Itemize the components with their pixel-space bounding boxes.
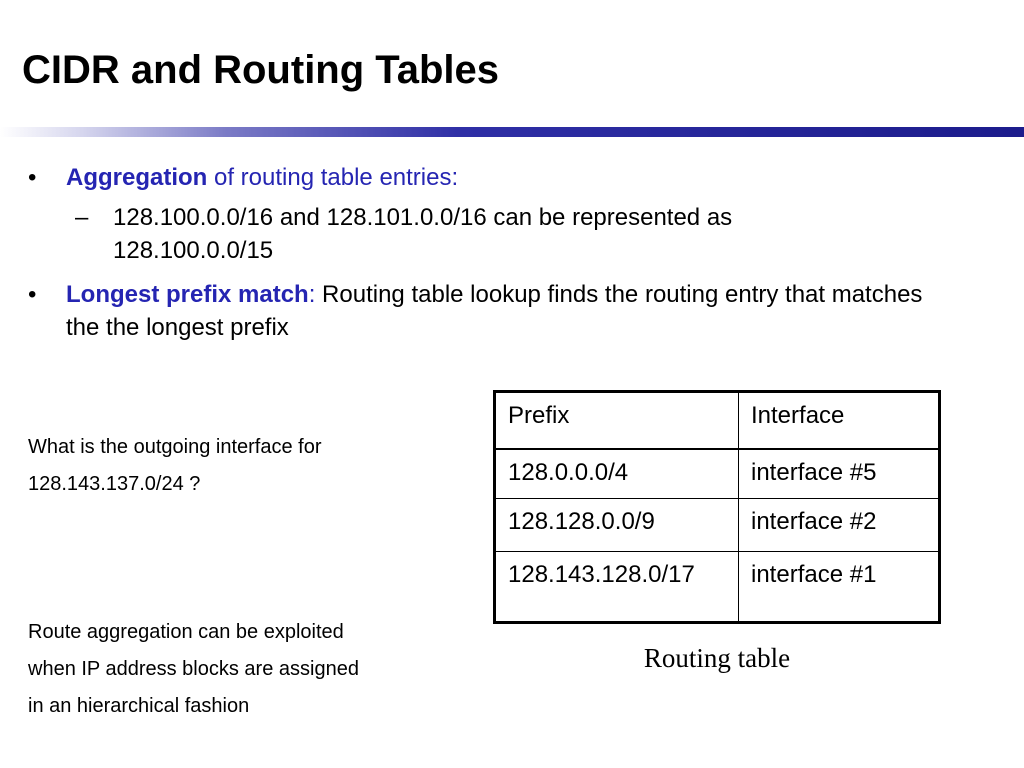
bullet-marker: • <box>28 281 37 308</box>
bullet-text: Longest prefix match: Routing table look… <box>66 278 926 344</box>
bullet-emphasis: Longest prefix match <box>66 281 309 308</box>
question-line: 128.143.137.0/24 ? <box>28 473 201 495</box>
routing-table: Prefix Interface 128.0.0.0/4 interface #… <box>493 390 941 624</box>
sub-bullet-text: 128.100.0.0/16 and 128.101.0.0/16 can be… <box>113 204 733 264</box>
bullet-rest: of routing table entries: <box>207 164 459 191</box>
table-row: 128.143.128.0/17 interface #1 <box>494 551 940 623</box>
table-header-row: Prefix Interface <box>494 391 940 450</box>
table-caption: Routing table <box>643 643 791 673</box>
note-text: Route aggregation can be exploited when … <box>28 614 468 725</box>
table-cell-interface: interface #5 <box>738 448 940 499</box>
bullet-text: Aggregation of routing table entries: <box>66 161 926 194</box>
table-cell-prefix: 128.0.0.0/4 <box>494 448 739 499</box>
note-line: Route aggregation can be exploited <box>28 621 344 643</box>
table-header-cell: Interface <box>738 391 940 450</box>
note-line: when IP address blocks are assigned <box>28 658 359 680</box>
note-line: in an hierarchical fashion <box>28 695 250 717</box>
slide-title: CIDR and Routing Tables <box>22 48 500 92</box>
table-header-cell: Prefix <box>494 391 739 450</box>
table-cell-prefix: 128.143.128.0/17 <box>494 551 739 623</box>
table-cell-interface: interface #1 <box>738 551 940 623</box>
table-row: 128.0.0.0/4 interface #5 <box>494 448 940 499</box>
table-cell-prefix: 128.128.0.0/9 <box>494 498 739 552</box>
question-line: What is the outgoing interface for <box>28 436 322 458</box>
table-row: 128.128.0.0/9 interface #2 <box>494 498 940 552</box>
table-cell-interface: interface #2 <box>738 498 940 552</box>
question-text: What is the outgoing interface for 128.1… <box>28 429 468 503</box>
title-divider <box>0 127 1024 137</box>
bullet-emphasis: Aggregation <box>66 164 208 191</box>
sub-bullet-marker: – <box>75 204 89 231</box>
bullet-marker: • <box>28 164 37 191</box>
